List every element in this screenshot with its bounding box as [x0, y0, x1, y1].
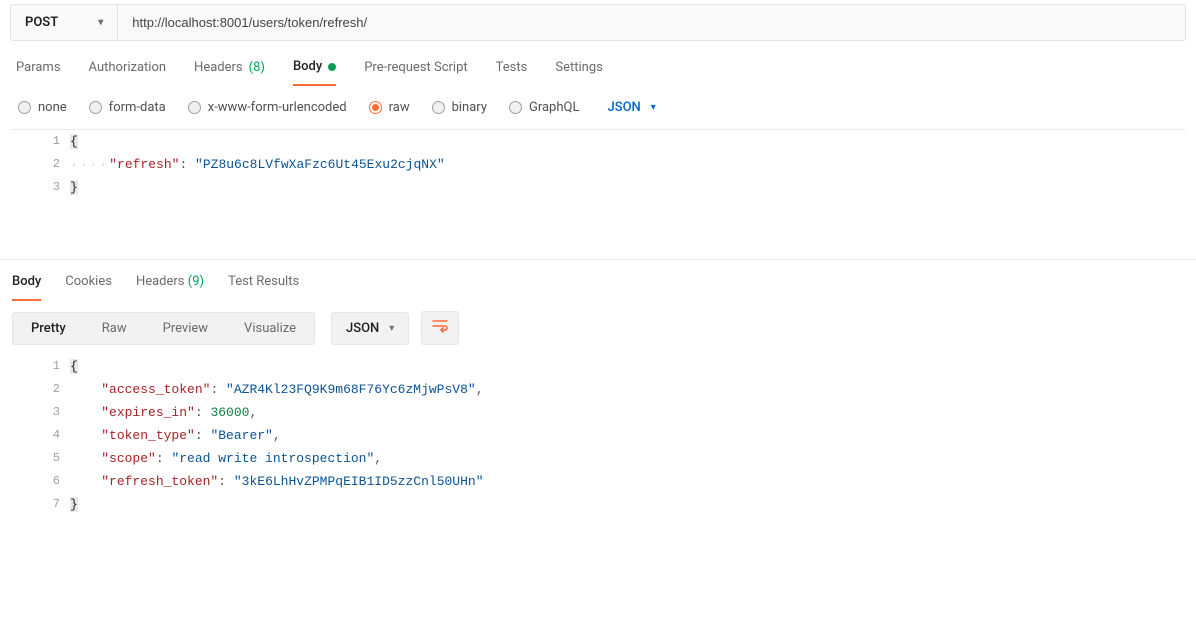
code-content: "refresh_token": "3kE6LhHvZPMPqEIB1ID5zz… — [70, 470, 1186, 493]
chevron-down-icon: ▾ — [389, 323, 394, 334]
line-number: 2 — [10, 153, 70, 176]
line-number: 7 — [10, 493, 70, 516]
code-content: } — [70, 176, 1186, 199]
radio-xwww[interactable]: x-www-form-urlencoded — [188, 100, 347, 115]
content-type-select[interactable]: JSON ▾ — [607, 100, 655, 115]
radio-icon — [18, 101, 31, 114]
line-number: 2 — [10, 378, 70, 401]
url-bar: POST ▾ — [10, 4, 1186, 41]
radio-none[interactable]: none — [18, 100, 67, 115]
code-content: } — [70, 493, 1186, 516]
radio-icon — [432, 101, 445, 114]
radio-label: GraphQL — [529, 100, 579, 115]
code-line: 1 { — [10, 130, 1186, 153]
resp-tab-test-results[interactable]: Test Results — [228, 274, 299, 301]
response-format-select[interactable]: JSON ▾ — [331, 312, 409, 345]
radio-label: form-data — [109, 100, 166, 115]
tab-params[interactable]: Params — [16, 59, 61, 86]
line-number: 1 — [10, 355, 70, 378]
line-wrap-icon — [432, 319, 448, 333]
view-pretty-button[interactable]: Pretty — [13, 313, 84, 344]
resp-headers-label: Headers — [136, 274, 185, 289]
code-line: 3 } — [10, 176, 1186, 199]
radio-icon — [369, 101, 382, 114]
code-line: 1 { — [10, 355, 1186, 378]
response-body-viewer[interactable]: 1 { 2 "access_token": "AZR4Kl23FQ9K9m68F… — [10, 355, 1186, 516]
headers-count: (8) — [249, 60, 265, 75]
url-input[interactable] — [118, 5, 1185, 40]
radio-graphql[interactable]: GraphQL — [509, 100, 579, 115]
body-modified-indicator-icon — [328, 63, 336, 71]
tab-body-label: Body — [293, 59, 322, 74]
code-line: 2 ····"refresh": "PZ8u6c8LVfwXaFzc6Ut45E… — [10, 153, 1186, 176]
response-format-label: JSON — [346, 321, 379, 336]
radio-raw[interactable]: raw — [369, 100, 410, 115]
code-line: 5 "scope": "read write introspection", — [10, 447, 1186, 470]
line-number: 3 — [10, 401, 70, 424]
line-number: 3 — [10, 176, 70, 199]
code-line: 7 } — [10, 493, 1186, 516]
tab-body[interactable]: Body — [293, 59, 336, 86]
radio-icon — [509, 101, 522, 114]
view-preview-button[interactable]: Preview — [145, 313, 226, 344]
radio-icon — [89, 101, 102, 114]
tab-authorization[interactable]: Authorization — [89, 59, 167, 86]
code-line: 2 "access_token": "AZR4Kl23FQ9K9m68F76Yc… — [10, 378, 1186, 401]
radio-icon — [188, 101, 201, 114]
resp-tab-body[interactable]: Body — [12, 274, 41, 301]
code-line: 3 "expires_in": 36000, — [10, 401, 1186, 424]
code-line: 6 "refresh_token": "3kE6LhHvZPMPqEIB1ID5… — [10, 470, 1186, 493]
code-line: 4 "token_type": "Bearer", — [10, 424, 1186, 447]
content-type-label: JSON — [607, 100, 640, 115]
response-toolbar: Pretty Raw Preview Visualize JSON ▾ — [0, 301, 1196, 355]
radio-form-data[interactable]: form-data — [89, 100, 166, 115]
body-type-selector: none form-data x-www-form-urlencoded raw… — [0, 86, 1196, 129]
radio-label: binary — [452, 100, 487, 115]
http-method-label: POST — [25, 15, 58, 30]
tab-settings[interactable]: Settings — [555, 59, 602, 86]
radio-label: x-www-form-urlencoded — [208, 100, 347, 115]
line-wrap-button[interactable] — [421, 311, 459, 345]
resp-tab-headers[interactable]: Headers (9) — [136, 274, 204, 301]
line-number: 4 — [10, 424, 70, 447]
request-tabs: Params Authorization Headers (8) Body Pr… — [0, 41, 1196, 86]
tab-headers-label: Headers — [194, 60, 243, 75]
http-method-select[interactable]: POST ▾ — [11, 5, 118, 40]
resp-tab-cookies[interactable]: Cookies — [65, 274, 112, 301]
code-content: "token_type": "Bearer", — [70, 424, 1186, 447]
line-number: 5 — [10, 447, 70, 470]
line-number: 1 — [10, 130, 70, 153]
code-content: ····"refresh": "PZ8u6c8LVfwXaFzc6Ut45Exu… — [70, 153, 1186, 176]
code-content: { — [70, 355, 1186, 378]
code-content: "access_token": "AZR4Kl23FQ9K9m68F76Yc6z… — [70, 378, 1186, 401]
chevron-down-icon: ▾ — [98, 17, 103, 28]
code-content: { — [70, 130, 1186, 153]
code-content: "expires_in": 36000, — [70, 401, 1186, 424]
response-tabs: Body Cookies Headers (9) Test Results — [0, 259, 1196, 301]
radio-binary[interactable]: binary — [432, 100, 487, 115]
view-mode-group: Pretty Raw Preview Visualize — [12, 312, 315, 345]
line-number: 6 — [10, 470, 70, 493]
tab-tests[interactable]: Tests — [496, 59, 528, 86]
radio-label: raw — [389, 100, 410, 115]
chevron-down-icon: ▾ — [651, 102, 656, 113]
resp-headers-count: (9) — [188, 274, 204, 289]
radio-label: none — [38, 100, 67, 115]
code-content: "scope": "read write introspection", — [70, 447, 1186, 470]
view-raw-button[interactable]: Raw — [84, 313, 145, 344]
tab-headers[interactable]: Headers (8) — [194, 59, 265, 86]
view-visualize-button[interactable]: Visualize — [226, 313, 314, 344]
request-body-editor[interactable]: 1 { 2 ····"refresh": "PZ8u6c8LVfwXaFzc6U… — [10, 129, 1186, 199]
tab-prerequest[interactable]: Pre-request Script — [364, 59, 467, 86]
